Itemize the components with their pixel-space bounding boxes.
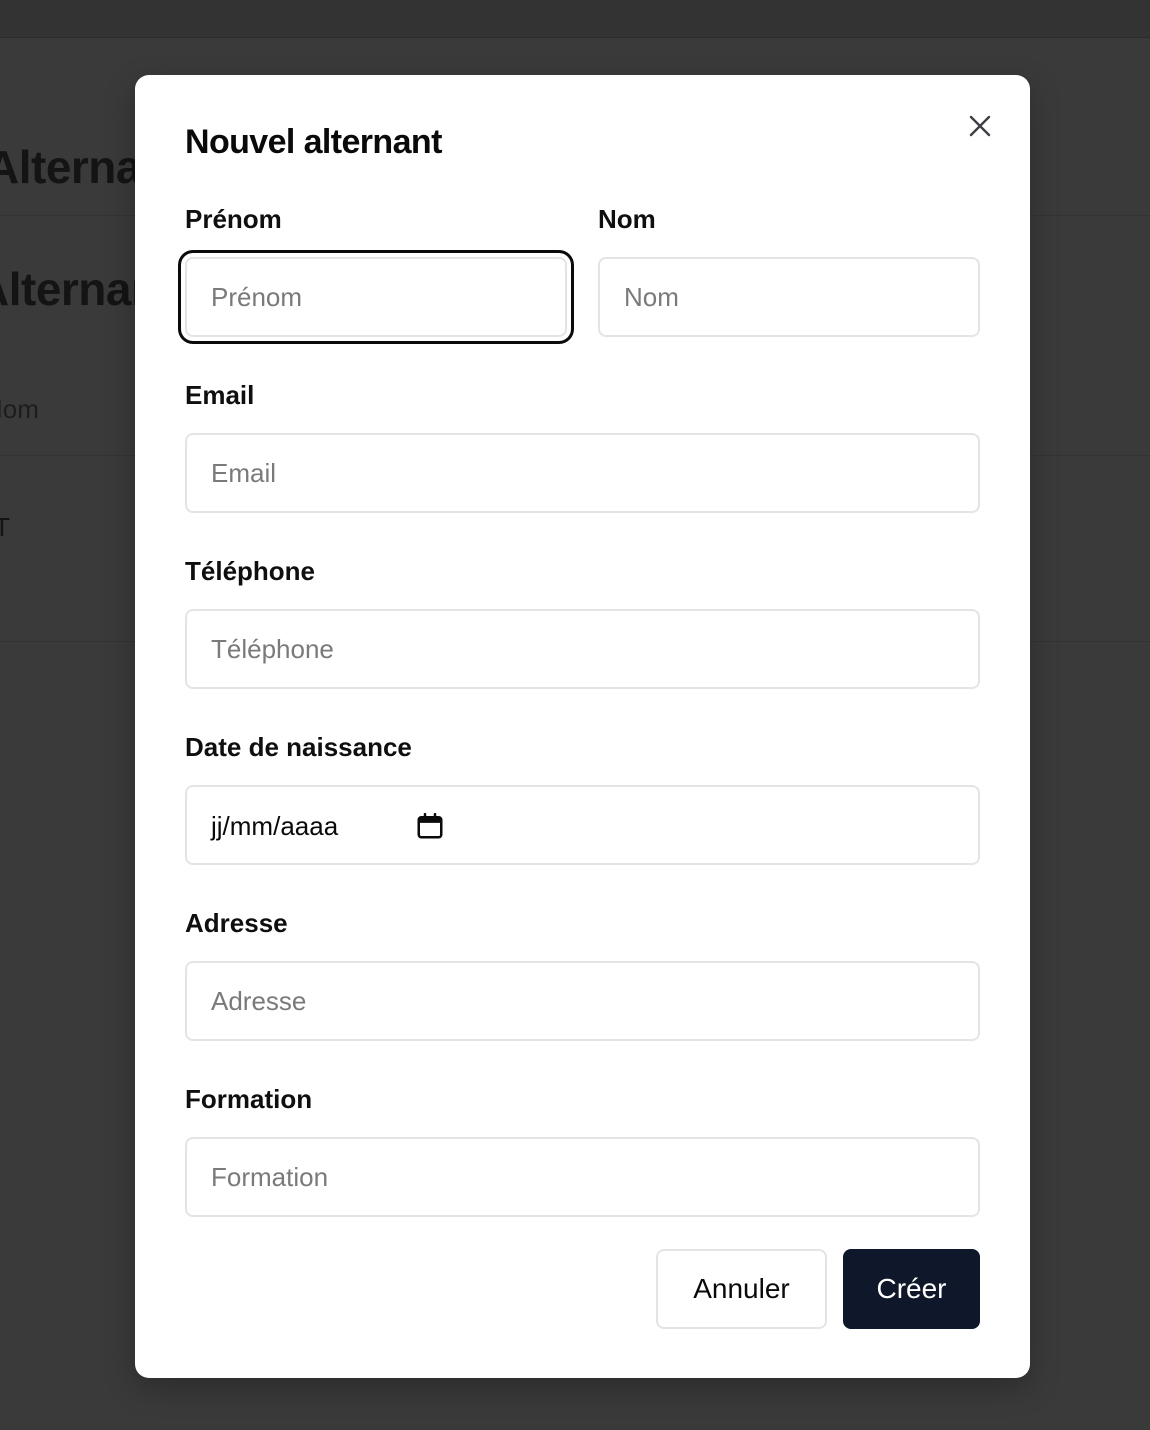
formation-input[interactable] bbox=[185, 1137, 980, 1217]
nom-input[interactable] bbox=[598, 257, 980, 337]
adresse-input[interactable] bbox=[185, 961, 980, 1041]
background-topbar bbox=[0, 0, 1150, 38]
email-input[interactable] bbox=[185, 433, 980, 513]
create-button[interactable]: Créer bbox=[843, 1249, 980, 1329]
close-button[interactable] bbox=[963, 109, 997, 143]
close-icon bbox=[969, 115, 991, 137]
telephone-label: Téléphone bbox=[185, 556, 316, 586]
prenom-input[interactable] bbox=[185, 257, 567, 337]
telephone-input[interactable] bbox=[185, 609, 980, 689]
background-table-cell: T bbox=[0, 512, 10, 542]
nom-label: Nom bbox=[598, 204, 656, 234]
new-apprentice-dialog: Nouvel alternant Prénom Nom Email Téléph… bbox=[135, 75, 1030, 1378]
formation-label: Formation bbox=[185, 1084, 313, 1114]
birthdate-label: Date de naissance bbox=[185, 732, 412, 762]
dialog-title: Nouvel alternant bbox=[185, 123, 442, 161]
calendar-icon[interactable] bbox=[415, 811, 445, 841]
email-label: Email bbox=[185, 380, 255, 410]
birthdate-input[interactable]: jj/mm/aaaa bbox=[185, 785, 980, 865]
adresse-label: Adresse bbox=[185, 908, 288, 938]
background-column-header: Nom bbox=[0, 394, 39, 424]
cancel-button[interactable]: Annuler bbox=[656, 1249, 827, 1329]
birthdate-format-text: jj/mm/aaaa bbox=[211, 811, 339, 841]
prenom-label: Prénom bbox=[185, 204, 282, 234]
